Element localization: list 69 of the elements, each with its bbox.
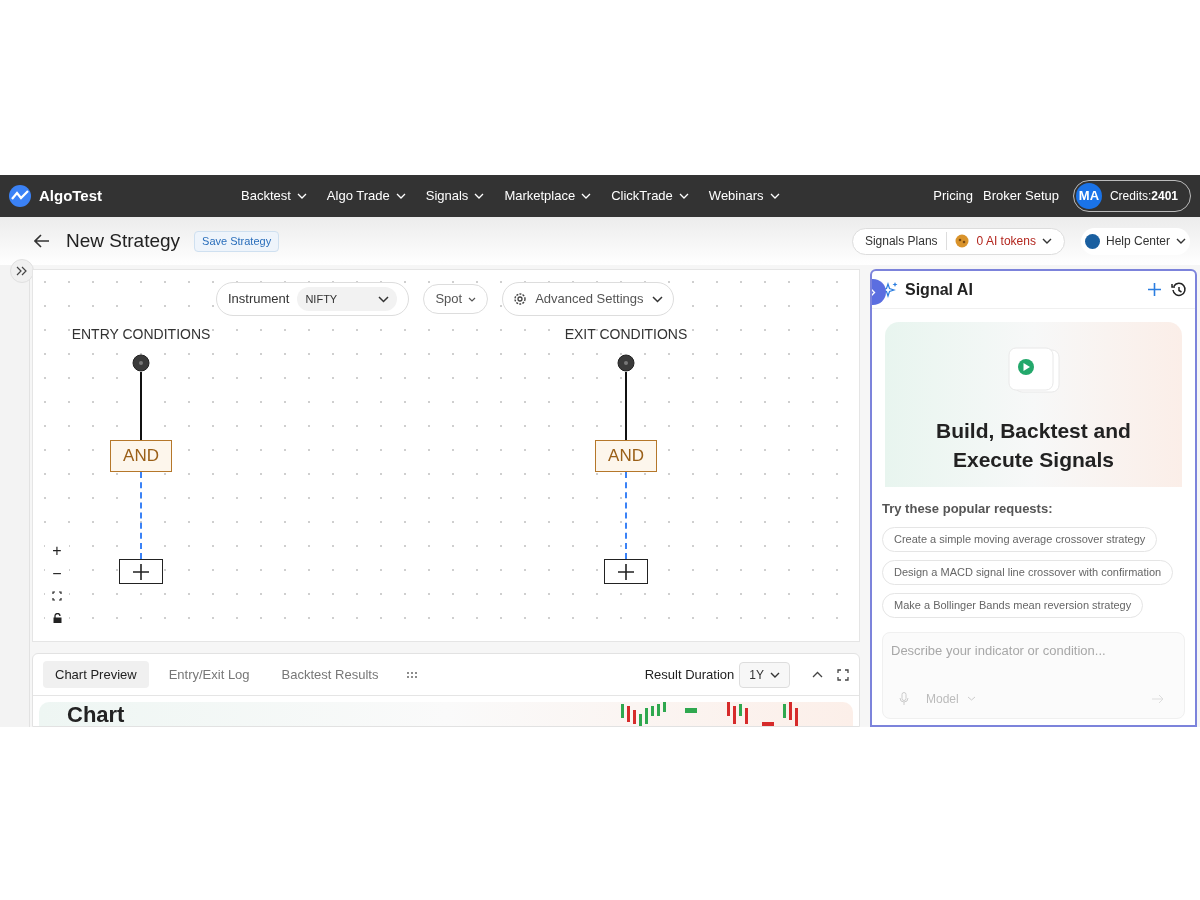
and-operator-node[interactable]: AND (110, 440, 172, 472)
history-icon[interactable] (1171, 281, 1187, 298)
nav-menu[interactable]: Backtest (241, 186, 307, 206)
chevron-down-icon (678, 193, 689, 199)
fit-view-icon[interactable] (52, 591, 62, 601)
credits-text: Credits:2401 (1109, 188, 1178, 205)
chevron-down-icon (966, 696, 976, 701)
instrument-label: Instrument (228, 290, 290, 309)
hero-heading: Build, Backtest and Execute Signals (935, 418, 1132, 473)
help-icon (1084, 233, 1100, 249)
add-condition-button[interactable] (119, 559, 163, 584)
nav-link[interactable]: Broker Setup (983, 186, 1059, 206)
result-duration-label: Result Duration (644, 665, 735, 684)
double-chevron-icon (16, 266, 28, 276)
plus-icon (133, 563, 149, 580)
coin-icon (954, 234, 969, 248)
ai-tokens-dropdown[interactable]: 0 AI tokens (976, 232, 1036, 250)
back-arrow-icon[interactable] (34, 234, 50, 248)
nav-link[interactable]: Pricing (933, 186, 974, 206)
start-node-icon (617, 354, 635, 372)
connector-line (625, 372, 627, 440)
chevron-down-icon (296, 193, 307, 199)
grid-dots-icon[interactable] (406, 670, 419, 679)
panel-title: Signal AI (905, 279, 973, 300)
nav-menu[interactable]: Marketplace (504, 186, 592, 206)
chevron-down-icon (378, 295, 390, 303)
save-strategy-button[interactable]: Save Strategy (194, 230, 280, 252)
chevron-down-icon (1041, 238, 1052, 244)
preview-heading: Chart (67, 702, 125, 726)
spot-dropdown[interactable]: Spot (423, 284, 489, 314)
user-avatar[interactable]: MA (1075, 183, 1102, 209)
chevron-down-icon (468, 296, 477, 302)
help-center-button[interactable]: Help Center (1080, 227, 1190, 255)
panel-tab[interactable]: Entry/Exit Log (156, 661, 262, 688)
panel-tab[interactable]: Backtest Results (269, 661, 391, 688)
and-operator-node[interactable]: AND (595, 440, 657, 472)
advanced-settings-dropdown[interactable]: Advanced Settings (502, 282, 674, 316)
chevron-down-icon (769, 193, 780, 199)
fullscreen-icon[interactable] (837, 668, 849, 681)
duration-select[interactable]: 1Y (739, 661, 790, 688)
collapse-up-icon[interactable] (812, 671, 823, 678)
plus-icon[interactable] (1148, 283, 1161, 296)
connector-line (140, 372, 142, 440)
chevron-down-icon (770, 671, 780, 678)
chevron-down-icon (581, 193, 592, 199)
nav-menu[interactable]: Webinars (708, 186, 780, 206)
logo-icon (9, 185, 31, 207)
branch-title: ENTRY CONDITIONS (71, 325, 211, 344)
chevron-down-icon (651, 295, 663, 303)
signals-plans-link[interactable]: Signals Plans (864, 232, 947, 250)
start-node-icon (132, 354, 150, 372)
chevron-down-icon (474, 193, 485, 199)
nav-menu[interactable]: ClickTrade (611, 186, 689, 206)
zoom-in-button[interactable]: + (52, 539, 62, 562)
nav-menu[interactable]: Algo Trade (326, 186, 406, 206)
suggestions-heading: Try these popular requests: (882, 500, 1054, 518)
chevron-down-icon (395, 193, 406, 199)
branch-title: EXIT CONDITIONS (564, 325, 688, 344)
instrument-select[interactable]: NIFTY (297, 287, 398, 311)
add-condition-button[interactable] (604, 559, 648, 584)
panel-tab[interactable]: Chart Preview (43, 661, 149, 688)
brand-name[interactable]: AlgoTest (39, 184, 103, 208)
gear-icon (513, 292, 528, 306)
zoom-out-button[interactable]: − (52, 562, 62, 585)
page-title: New Strategy (66, 228, 181, 253)
chevron-down-icon (1176, 238, 1186, 244)
plus-icon (618, 563, 634, 580)
lock-icon[interactable] (52, 613, 62, 623)
nav-menu[interactable]: Signals (425, 186, 485, 206)
